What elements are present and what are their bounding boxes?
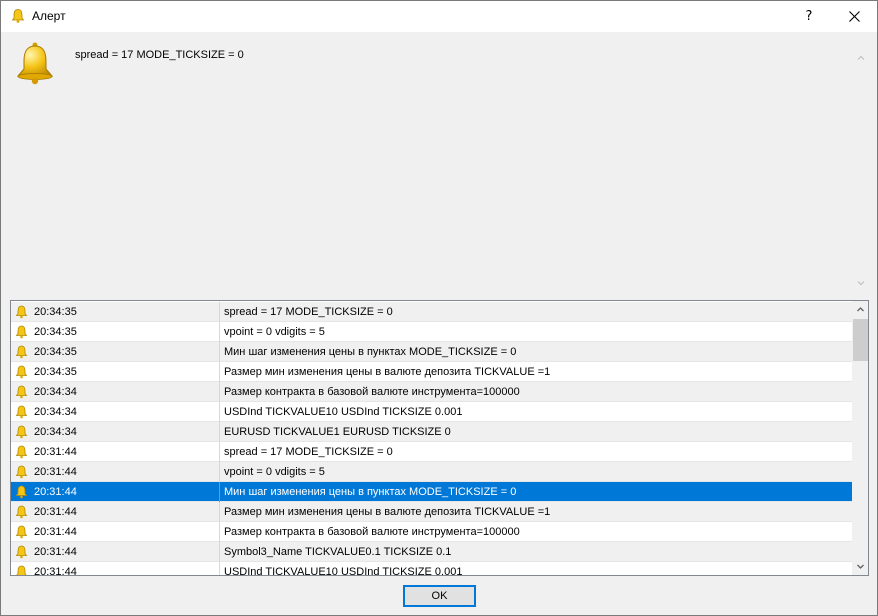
bell-icon	[15, 465, 28, 479]
message-area: spread = 17 MODE_TICKSIZE = 0	[1, 32, 877, 294]
ok-button[interactable]: OK	[403, 585, 476, 607]
alert-text: Размер мин изменения цены в валюте депоз…	[224, 366, 551, 378]
scroll-up-button[interactable]	[852, 301, 868, 318]
bell-icon	[16, 42, 54, 85]
list-item[interactable]: 20:31:44 Мин шаг изменения цены в пунктах…	[11, 482, 852, 502]
bell-icon	[15, 505, 28, 519]
bell-icon	[15, 525, 28, 539]
column-divider	[219, 402, 220, 422]
alert-text: spread = 17 MODE_TICKSIZE = 0	[224, 306, 393, 318]
column-divider	[219, 302, 220, 322]
alert-time: 20:31:44	[34, 466, 77, 478]
chevron-down-icon	[857, 564, 864, 569]
alerts-list[interactable]: 20:34:35 spread = 17 MODE_TICKSIZE = 0 20:…	[10, 300, 869, 576]
list-item[interactable]: 20:31:44 USDInd TICKVALUE10 USDInd TICKSI…	[11, 562, 852, 576]
alert-time: 20:31:44	[34, 446, 77, 458]
alert-time: 20:34:34	[34, 386, 77, 398]
bell-icon	[15, 485, 28, 499]
column-divider	[219, 362, 220, 382]
alert-time: 20:34:34	[34, 426, 77, 438]
alert-time: 20:34:35	[34, 306, 77, 318]
alerts-list-rows: 20:34:35 spread = 17 MODE_TICKSIZE = 0 20:…	[11, 302, 852, 576]
list-item[interactable]: 20:31:44 Размер контракта в базовой валют…	[11, 522, 852, 542]
alert-text: Размер контракта в базовой валюте инстру…	[224, 526, 520, 538]
list-scrollbar[interactable]	[852, 301, 868, 575]
column-divider	[219, 482, 220, 502]
scroll-up-icon	[857, 55, 865, 60]
title-bar[interactable]: Алерт ?	[1, 1, 877, 32]
bell-icon	[11, 9, 25, 23]
column-divider	[219, 342, 220, 362]
column-divider	[219, 502, 220, 522]
alert-time: 20:34:35	[34, 326, 77, 338]
column-divider	[219, 462, 220, 482]
chevron-up-icon	[857, 307, 864, 312]
alert-time: 20:31:44	[34, 526, 77, 538]
list-item[interactable]: 20:31:44 Symbol3_Name TICKVALUE0.1 TICKSI…	[11, 542, 852, 562]
alert-time: 20:31:44	[34, 486, 77, 498]
bell-icon	[15, 345, 28, 359]
list-item[interactable]: 20:34:35 vpoint = 0 vdigits = 5	[11, 322, 852, 342]
alert-window: Алерт ? spread = 17 MODE_TICKSIZE = 0 20…	[0, 0, 878, 616]
alert-message: spread = 17 MODE_TICKSIZE = 0	[75, 49, 244, 61]
list-item[interactable]: 20:34:35 Мин шаг изменения цены в пунктах…	[11, 342, 852, 362]
bell-icon	[15, 425, 28, 439]
alert-text: vpoint = 0 vdigits = 5	[224, 466, 325, 478]
list-item[interactable]: 20:31:44 Размер мин изменения цены в валю…	[11, 502, 852, 522]
alert-text: EURUSD TICKVALUE1 EURUSD TICKSIZE 0	[224, 426, 451, 438]
list-item[interactable]: 20:31:44 spread = 17 MODE_TICKSIZE = 0	[11, 442, 852, 462]
column-divider	[219, 522, 220, 542]
list-item[interactable]: 20:31:44 vpoint = 0 vdigits = 5	[11, 462, 852, 482]
alert-text: Мин шаг изменения цены в пунктах MODE_TI…	[224, 346, 517, 358]
column-divider	[219, 542, 220, 562]
alert-text: spread = 17 MODE_TICKSIZE = 0	[224, 446, 393, 458]
bell-icon	[15, 305, 28, 319]
alert-text: Размер мин изменения цены в валюте депоз…	[224, 506, 551, 518]
alert-time: 20:31:44	[34, 566, 77, 576]
bell-icon	[15, 365, 28, 379]
bell-icon	[15, 325, 28, 339]
alert-time: 20:34:35	[34, 366, 77, 378]
list-item[interactable]: 20:34:34 Размер контракта в базовой валют…	[11, 382, 852, 402]
alert-time: 20:31:44	[34, 506, 77, 518]
alert-text: USDInd TICKVALUE10 USDInd TICKSIZE 0.001	[224, 566, 463, 576]
bell-icon	[15, 545, 28, 559]
scroll-down-icon	[857, 281, 865, 286]
list-item[interactable]: 20:34:34 USDInd TICKVALUE10 USDInd TICKSI…	[11, 402, 852, 422]
alert-text: Размер контракта в базовой валюте инстру…	[224, 386, 520, 398]
alert-time: 20:34:34	[34, 406, 77, 418]
alert-text: USDInd TICKVALUE10 USDInd TICKSIZE 0.001	[224, 406, 463, 418]
close-icon	[848, 11, 860, 22]
bell-icon	[15, 385, 28, 399]
column-divider	[219, 422, 220, 442]
bell-icon	[15, 445, 28, 459]
list-item[interactable]: 20:34:35 spread = 17 MODE_TICKSIZE = 0	[11, 302, 852, 322]
alert-text: Symbol3_Name TICKVALUE0.1 TICKSIZE 0.1	[224, 546, 452, 558]
close-button[interactable]	[832, 1, 876, 32]
list-item[interactable]: 20:34:35 Размер мин изменения цены в валю…	[11, 362, 852, 382]
bell-icon	[16, 565, 27, 575]
column-divider	[219, 322, 220, 342]
column-divider	[219, 382, 220, 402]
column-divider	[219, 562, 220, 575]
alert-text: Мин шаг изменения цены в пунктах MODE_TI…	[224, 486, 517, 498]
scrollbar-thumb[interactable]	[853, 319, 868, 361]
alert-time: 20:31:44	[34, 546, 77, 558]
bell-icon	[15, 405, 28, 419]
scroll-down-button[interactable]	[852, 558, 868, 575]
alert-text: vpoint = 0 vdigits = 5	[224, 326, 325, 338]
list-item[interactable]: 20:34:34 EURUSD TICKVALUE1 EURUSD TICKSIZ…	[11, 422, 852, 442]
alert-time: 20:34:35	[34, 346, 77, 358]
window-title: Алерт	[32, 9, 66, 23]
help-button[interactable]: ?	[787, 1, 831, 32]
message-scrollbar[interactable]	[853, 45, 869, 291]
column-divider	[219, 442, 220, 462]
